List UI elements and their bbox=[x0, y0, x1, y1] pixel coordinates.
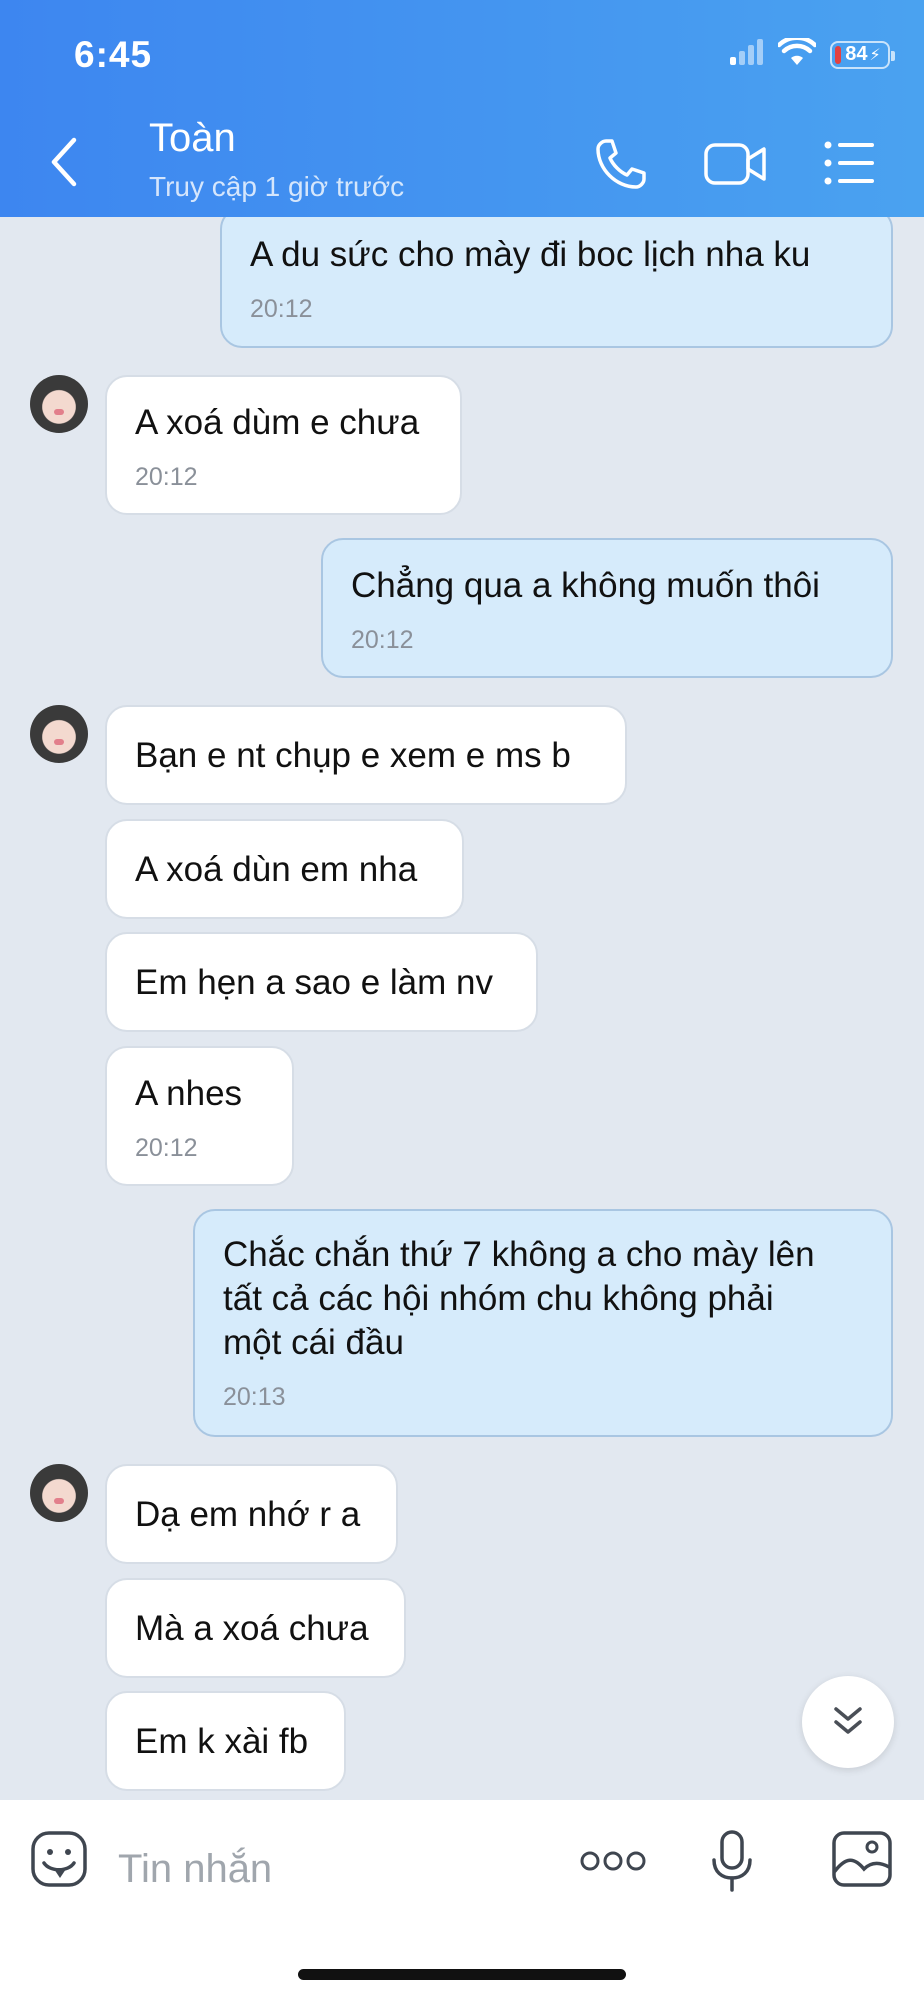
incoming-message[interactable]: Em k xài fb bbox=[105, 1691, 346, 1791]
contact-name[interactable]: Toàn bbox=[149, 116, 236, 161]
incoming-message[interactable]: A nhes 20:12 bbox=[105, 1046, 294, 1186]
battery-icon: 84 ⚡ bbox=[830, 40, 895, 69]
incoming-message[interactable]: A xoá dùn em nha bbox=[105, 819, 464, 919]
battery-level: 84 bbox=[845, 43, 868, 65]
chevron-double-down-icon bbox=[830, 1703, 866, 1742]
image-icon[interactable] bbox=[832, 1831, 892, 1892]
wifi-icon bbox=[776, 35, 818, 71]
message-text: Chẳng qua a không muốn thôi bbox=[351, 566, 820, 605]
incoming-message[interactable]: Dạ em nhớ r a bbox=[105, 1464, 398, 1564]
message-time: 20:12 bbox=[351, 626, 414, 654]
microphone-icon[interactable] bbox=[711, 1830, 753, 1897]
contact-status: Truy cập 1 giờ trước bbox=[149, 171, 405, 202]
status-indicators: 84 ⚡ bbox=[730, 35, 895, 71]
video-call-icon[interactable] bbox=[704, 141, 768, 192]
message-text: Bạn e nt chụp e xem e ms b bbox=[135, 736, 571, 775]
home-indicator[interactable] bbox=[298, 1969, 626, 1980]
outgoing-message[interactable]: A du sức cho mày đi boc lịch nha ku 20:1… bbox=[220, 217, 893, 348]
phone-icon[interactable] bbox=[594, 137, 648, 196]
back-icon[interactable] bbox=[46, 136, 96, 192]
incoming-message[interactable]: Mà a xoá chưa bbox=[105, 1578, 406, 1678]
emoji-icon[interactable] bbox=[30, 1830, 88, 1893]
message-text: A xoá dùn em nha bbox=[135, 850, 418, 889]
message-text-line: một cái đầu bbox=[223, 1323, 404, 1362]
chat-header: 6:45 84 ⚡ Toàn Truy cập 1 giờ trước bbox=[0, 0, 924, 217]
message-text: Em hẹn a sao e làm nv bbox=[135, 963, 493, 1002]
message-text: Mà a xoá chưa bbox=[135, 1609, 369, 1648]
message-text-line: Chắc chắn thứ 7 không a cho mày lên bbox=[223, 1235, 815, 1274]
outgoing-message[interactable]: Chắc chắn thứ 7 không a cho mày lên tất … bbox=[193, 1209, 893, 1437]
signal-icon bbox=[730, 39, 764, 70]
message-text: Em k xài fb bbox=[135, 1722, 309, 1761]
message-time: 20:12 bbox=[135, 1134, 198, 1162]
message-time: 20:13 bbox=[223, 1383, 286, 1411]
incoming-message[interactable]: Em hẹn a sao e làm nv bbox=[105, 932, 538, 1032]
message-text: A xoá dùm e chưa bbox=[135, 403, 420, 442]
avatar[interactable] bbox=[30, 375, 88, 433]
more-options-icon[interactable] bbox=[580, 1850, 646, 1877]
outgoing-message[interactable]: Chẳng qua a không muốn thôi 20:12 bbox=[321, 538, 893, 678]
message-list[interactable]: A du sức cho mày đi boc lịch nha ku 20:1… bbox=[0, 217, 924, 1800]
message-time: 20:12 bbox=[135, 463, 198, 491]
avatar[interactable] bbox=[30, 705, 88, 763]
message-text: Dạ em nhớ r a bbox=[135, 1495, 361, 1534]
message-input[interactable] bbox=[116, 1840, 540, 1898]
scroll-to-bottom-button[interactable] bbox=[802, 1676, 894, 1768]
menu-list-icon[interactable] bbox=[824, 141, 876, 190]
status-time: 6:45 bbox=[74, 34, 153, 75]
avatar[interactable] bbox=[30, 1464, 88, 1522]
message-text-line: tất cả các hội nhóm chu không phải bbox=[223, 1279, 774, 1318]
message-time: 20:12 bbox=[250, 295, 313, 323]
incoming-message[interactable]: A xoá dùm e chưa 20:12 bbox=[105, 375, 462, 515]
message-text: A nhes bbox=[135, 1074, 243, 1113]
message-text: A du sức cho mày đi boc lịch nha ku bbox=[250, 235, 811, 274]
incoming-message[interactable]: Bạn e nt chụp e xem e ms b bbox=[105, 705, 627, 805]
